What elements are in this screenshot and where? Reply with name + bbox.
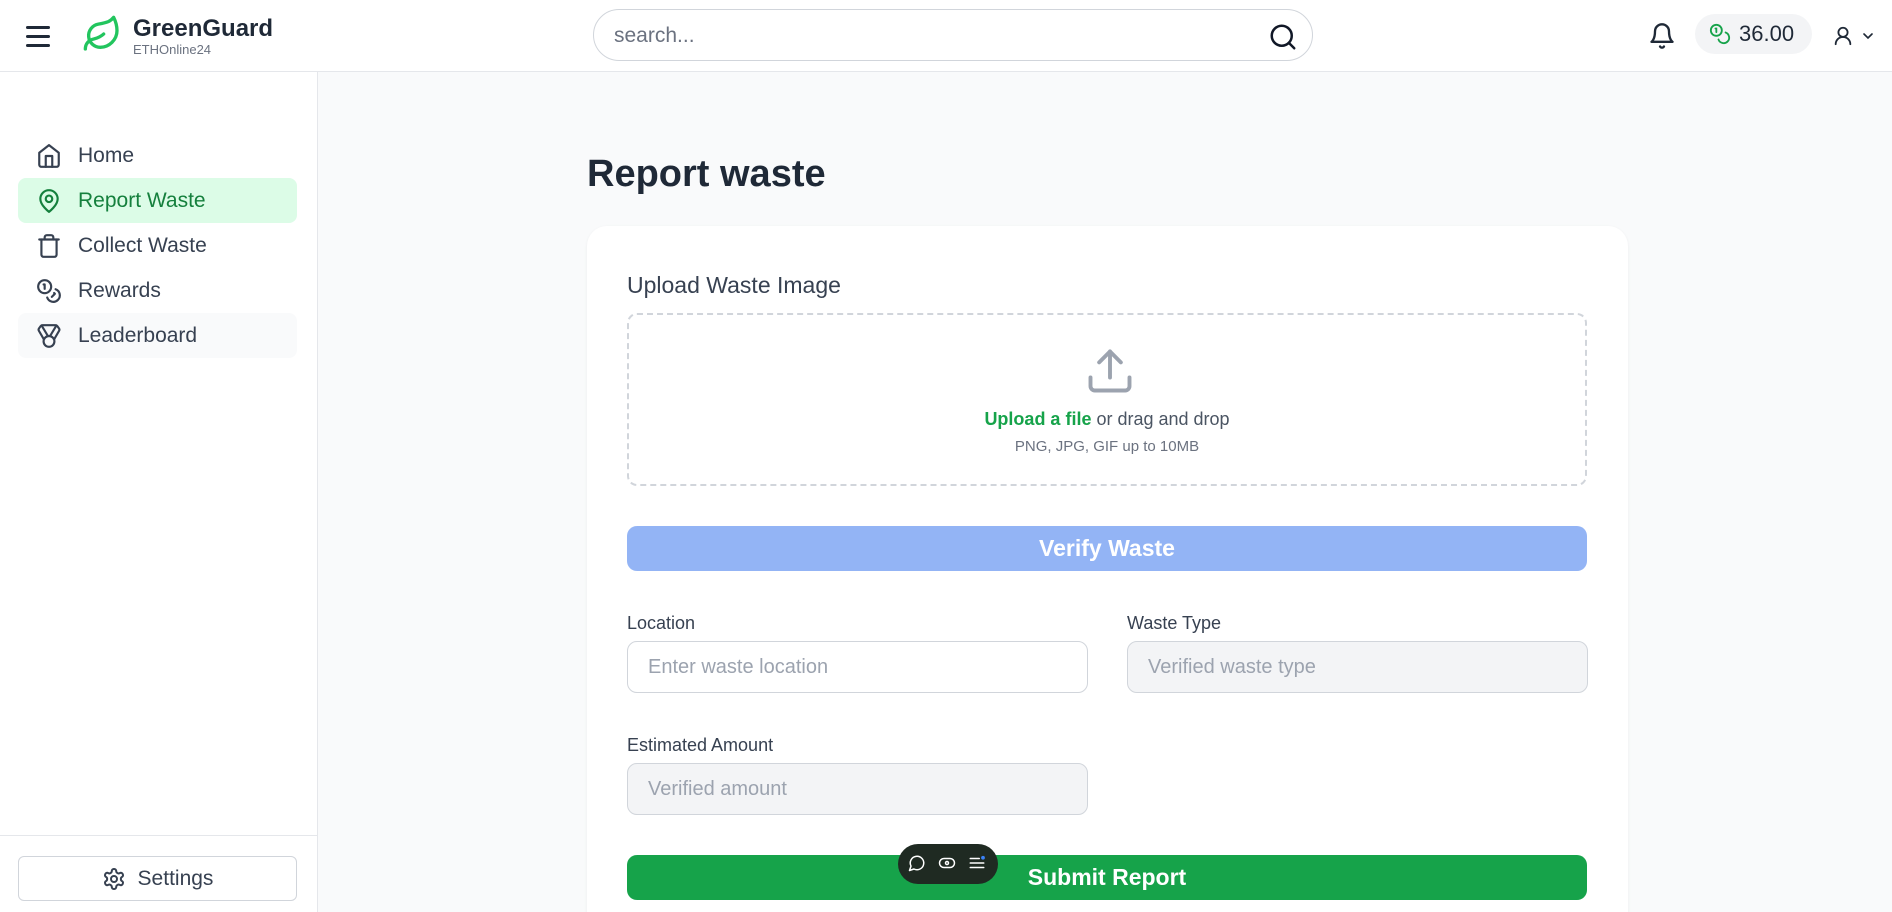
sidebar: Home Report Waste Collect Waste Rewards …	[0, 72, 318, 912]
upload-icon	[1088, 349, 1132, 393]
settings-button[interactable]: Settings	[18, 856, 297, 901]
amount-label: Estimated Amount	[627, 735, 774, 755]
location-input[interactable]	[627, 641, 1088, 693]
waste-type-label: Waste Type	[1127, 613, 1222, 633]
medal-icon	[36, 323, 62, 349]
balance-badge[interactable]: 36.00	[1695, 14, 1812, 54]
sidebar-item-label: Home	[78, 143, 135, 167]
sidebar-item-label: Leaderboard	[78, 323, 198, 347]
submit-report-button[interactable]: Submit Report	[627, 855, 1587, 900]
search-bar	[593, 9, 1313, 61]
waste-type-input	[1127, 641, 1588, 693]
search-icon[interactable]	[1268, 22, 1298, 52]
gear-icon	[103, 867, 124, 890]
home-icon	[36, 143, 62, 169]
chat-icon[interactable]	[908, 854, 928, 874]
upload-hint: PNG, JPG, GIF up to 10MB	[1014, 438, 1200, 455]
coins-icon	[1709, 23, 1731, 45]
user-menu[interactable]	[1832, 22, 1878, 50]
trash-icon	[36, 233, 62, 259]
balance-value: 36.00	[1739, 21, 1795, 46]
sidebar-item-leaderboard[interactable]: Leaderboard	[18, 313, 297, 358]
sidebar-nav: Home Report Waste Collect Waste Rewards …	[18, 133, 297, 358]
bell-icon[interactable]	[1648, 22, 1676, 50]
report-form-card: Upload Waste Image Upload a file or drag…	[587, 226, 1628, 912]
search-input[interactable]	[614, 22, 1234, 50]
brand-subtitle: ETHOnline24	[133, 42, 212, 57]
amount-input	[627, 763, 1088, 815]
list-icon[interactable]	[968, 854, 988, 874]
sidebar-item-collect-waste[interactable]: Collect Waste	[18, 223, 297, 268]
sidebar-item-label: Report Waste	[78, 188, 206, 212]
drag-drop-text: or drag and drop	[1096, 409, 1230, 429]
user-icon	[1834, 26, 1852, 46]
brand[interactable]: GreenGuard ETHOnline24	[133, 15, 273, 57]
eye-icon[interactable]	[938, 854, 958, 874]
sidebar-item-rewards[interactable]: Rewards	[18, 268, 297, 313]
upload-label: Upload Waste Image	[627, 272, 841, 298]
page-title: Report waste	[587, 153, 826, 195]
sidebar-item-label: Collect Waste	[78, 233, 207, 257]
brand-name: GreenGuard	[133, 15, 274, 42]
map-pin-icon	[36, 188, 62, 214]
sidebar-item-label: Rewards	[78, 278, 161, 302]
menu-icon[interactable]	[26, 22, 56, 50]
coins-icon	[36, 278, 62, 304]
chevron-down-icon	[1863, 33, 1873, 40]
verify-waste-button[interactable]: Verify Waste	[627, 526, 1587, 571]
location-label: Location	[627, 613, 696, 633]
sidebar-footer: Settings	[0, 835, 318, 912]
leaf-logo-icon	[83, 15, 119, 51]
upload-instructions: Upload a file or drag and drop	[629, 409, 1585, 430]
top-header: GreenGuard ETHOnline24 36.00	[0, 0, 1892, 72]
sidebar-item-report-waste[interactable]: Report Waste	[18, 178, 297, 223]
settings-label: Settings	[137, 866, 214, 890]
sidebar-item-home[interactable]: Home	[18, 133, 297, 178]
floating-toolbar	[898, 844, 998, 884]
upload-file-link[interactable]: Upload a file	[984, 409, 1091, 429]
upload-dropzone[interactable]: Upload a file or drag and drop PNG, JPG,…	[627, 313, 1587, 486]
